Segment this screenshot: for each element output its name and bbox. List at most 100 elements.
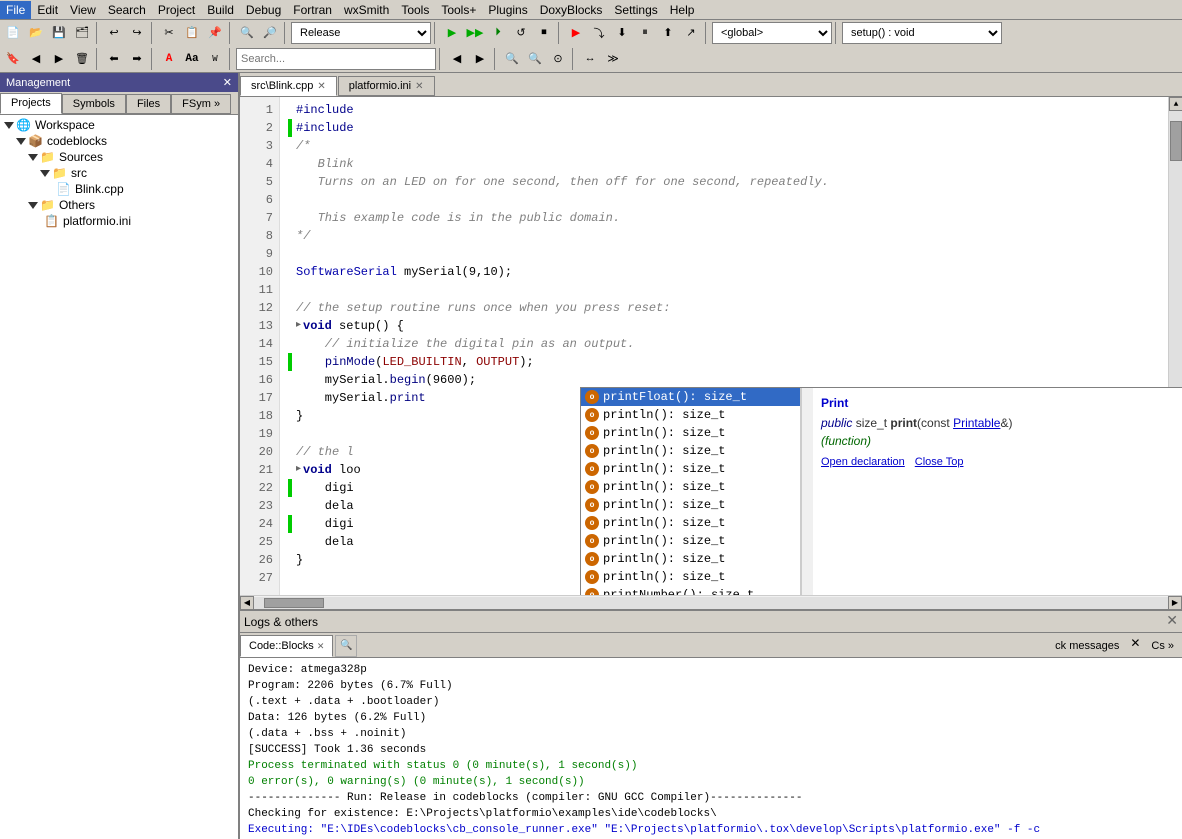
logs-search-button[interactable]: 🔍 — [335, 635, 357, 657]
sync-button[interactable]: ↔ — [579, 48, 601, 70]
cut-button[interactable]: ✂ — [158, 22, 180, 44]
search-fwd-button[interactable]: ▶ — [469, 48, 491, 70]
menu-build[interactable]: Build — [201, 1, 240, 19]
h-scroll-track[interactable] — [254, 597, 1168, 609]
fold-icon-21[interactable]: ▸ — [296, 461, 301, 479]
rebuild-button[interactable]: ↺ — [510, 22, 532, 44]
ac-item-11[interactable]: oprintNumber(): size_t — [581, 586, 800, 595]
build-config-dropdown[interactable]: Release — [291, 22, 431, 44]
save-all-button[interactable]: 🗂 — [71, 22, 93, 44]
tab-symbols[interactable]: Symbols — [62, 94, 126, 114]
stop-build-button[interactable]: ⏹ — [533, 22, 555, 44]
menu-plugins[interactable]: Plugins — [482, 1, 533, 19]
build-run-button[interactable]: ⏵ — [487, 22, 509, 44]
ck-messages-close-icon[interactable]: ✕ — [1127, 635, 1143, 651]
paste-button[interactable]: 📌 — [204, 22, 226, 44]
tab-projects[interactable]: Projects — [0, 93, 62, 114]
menu-help[interactable]: Help — [664, 1, 701, 19]
whole-word-button[interactable]: W — [204, 48, 226, 70]
editor-tab-platformio[interactable]: platformio.ini ✕ — [338, 76, 435, 96]
highlight-button[interactable]: A — [158, 48, 180, 70]
autocomplete-list[interactable]: oprintFloat(): size_toprintln(): size_to… — [581, 388, 801, 595]
toggle-bookmark-button[interactable]: 🔖 — [2, 48, 24, 70]
ac-open-decl-link[interactable]: Open declaration — [821, 456, 905, 468]
tree-sources-folder[interactable]: 📁 Sources — [2, 149, 236, 165]
ac-item-9[interactable]: oprintln(): size_t — [581, 550, 800, 568]
menu-debug[interactable]: Debug — [240, 1, 287, 19]
scrollbar-thumb[interactable] — [1170, 121, 1182, 161]
ac-item-8[interactable]: oprintln(): size_t — [581, 532, 800, 550]
search-back-button[interactable]: ◀ — [446, 48, 468, 70]
search-input[interactable] — [236, 48, 436, 70]
menu-tools[interactable]: Tools — [395, 1, 435, 19]
menu-fortran[interactable]: Fortran — [287, 1, 338, 19]
new-button[interactable]: 📄 — [2, 22, 24, 44]
editor-tab-blink-close[interactable]: ✕ — [317, 81, 325, 92]
management-close-icon[interactable]: ✕ — [223, 76, 232, 89]
redo-button[interactable]: ↪ — [126, 22, 148, 44]
autocomplete-scrollbar[interactable] — [801, 388, 813, 595]
prev-bookmark-button[interactable]: ◀ — [25, 48, 47, 70]
prev-jump-button[interactable]: ⬅ — [103, 48, 125, 70]
editor-tab-blink[interactable]: src\Blink.cpp ✕ — [240, 76, 337, 96]
editor-horizontal-scrollbar[interactable]: ◀ ▶ — [240, 595, 1182, 609]
tree-blink-cpp[interactable]: 📄 Blink.cpp — [2, 181, 236, 197]
clear-bookmarks-button[interactable]: 🗑 — [71, 48, 93, 70]
logs-ck-messages-tab[interactable]: ck messages — [1047, 635, 1127, 657]
zoom-in-button[interactable]: 🔍 — [501, 48, 523, 70]
next-jump-button[interactable]: ➡ — [126, 48, 148, 70]
debug-run-button[interactable]: ▶ — [565, 22, 587, 44]
function-scope-dropdown[interactable]: setup() : void — [842, 22, 1002, 44]
global-scope-dropdown[interactable]: <global> — [712, 22, 832, 44]
ac-close-top-link[interactable]: Close Top — [915, 456, 964, 468]
menu-wxsmith[interactable]: wxSmith — [338, 1, 395, 19]
logs-tab-codeblocks[interactable]: Code::Blocks ✕ — [240, 635, 333, 657]
match-case-button[interactable]: Aa — [181, 48, 203, 70]
menu-search[interactable]: Search — [102, 1, 152, 19]
ac-item-7[interactable]: oprintln(): size_t — [581, 514, 800, 532]
debug-stop-button[interactable]: ⏸ — [634, 22, 656, 44]
ac-item-0[interactable]: oprintFloat(): size_t — [581, 388, 800, 406]
logs-close-icon[interactable]: ✕ — [1166, 613, 1178, 630]
debug-step-button[interactable]: ⬇ — [611, 22, 633, 44]
find-button[interactable]: 🔍 — [236, 22, 258, 44]
debug-out-button[interactable]: ⬆ — [657, 22, 679, 44]
menu-view[interactable]: View — [64, 1, 102, 19]
debug-run-to-button[interactable]: ↗ — [680, 22, 702, 44]
tab-files[interactable]: Files — [126, 94, 171, 114]
zoom-out-button[interactable]: 🔍 — [524, 48, 546, 70]
menu-edit[interactable]: Edit — [31, 1, 64, 19]
menu-settings[interactable]: Settings — [608, 1, 663, 19]
ac-item-3[interactable]: oprintln(): size_t — [581, 442, 800, 460]
run-button[interactable]: ▶▶ — [464, 22, 486, 44]
menu-file[interactable]: File — [0, 1, 31, 19]
find-next-button[interactable]: 🔎 — [259, 22, 281, 44]
tree-others-folder[interactable]: 📁 Others — [2, 197, 236, 213]
h-scroll-thumb[interactable] — [264, 598, 324, 608]
ac-item-5[interactable]: oprintln(): size_t — [581, 478, 800, 496]
scrollbar-up-button[interactable]: ▲ — [1169, 97, 1182, 111]
tree-src-folder[interactable]: 📁 src — [2, 165, 236, 181]
logs-cs-tab[interactable]: Cs » — [1143, 635, 1182, 657]
debug-next-button[interactable]: ⤵ — [588, 22, 610, 44]
editor-tab-platformio-close[interactable]: ✕ — [415, 81, 423, 92]
open-button[interactable]: 📂 — [25, 22, 47, 44]
more-button[interactable]: ≫ — [602, 48, 624, 70]
copy-button[interactable]: 📋 — [181, 22, 203, 44]
build-button[interactable]: ▶ — [441, 22, 463, 44]
tab-fsym[interactable]: FSym » — [171, 94, 231, 114]
undo-button[interactable]: ↩ — [103, 22, 125, 44]
logs-tab-close-icon[interactable]: ✕ — [317, 641, 325, 652]
ac-item-6[interactable]: oprintln(): size_t — [581, 496, 800, 514]
tree-workspace[interactable]: 🌐 Workspace — [2, 117, 236, 133]
ac-item-2[interactable]: oprintln(): size_t — [581, 424, 800, 442]
menu-doxyblocks[interactable]: DoxyBlocks — [534, 1, 609, 19]
ac-item-1[interactable]: oprintln(): size_t — [581, 406, 800, 424]
menu-tools-plus[interactable]: Tools+ — [435, 1, 482, 19]
tree-project-codeblocks[interactable]: 📦 codeblocks — [2, 133, 236, 149]
zoom-reset-button[interactable]: ⊙ — [547, 48, 569, 70]
menu-project[interactable]: Project — [152, 1, 201, 19]
save-button[interactable]: 💾 — [48, 22, 70, 44]
h-scroll-left[interactable]: ◀ — [240, 596, 254, 610]
tree-platformio-ini[interactable]: 📋 platformio.ini — [2, 213, 236, 229]
